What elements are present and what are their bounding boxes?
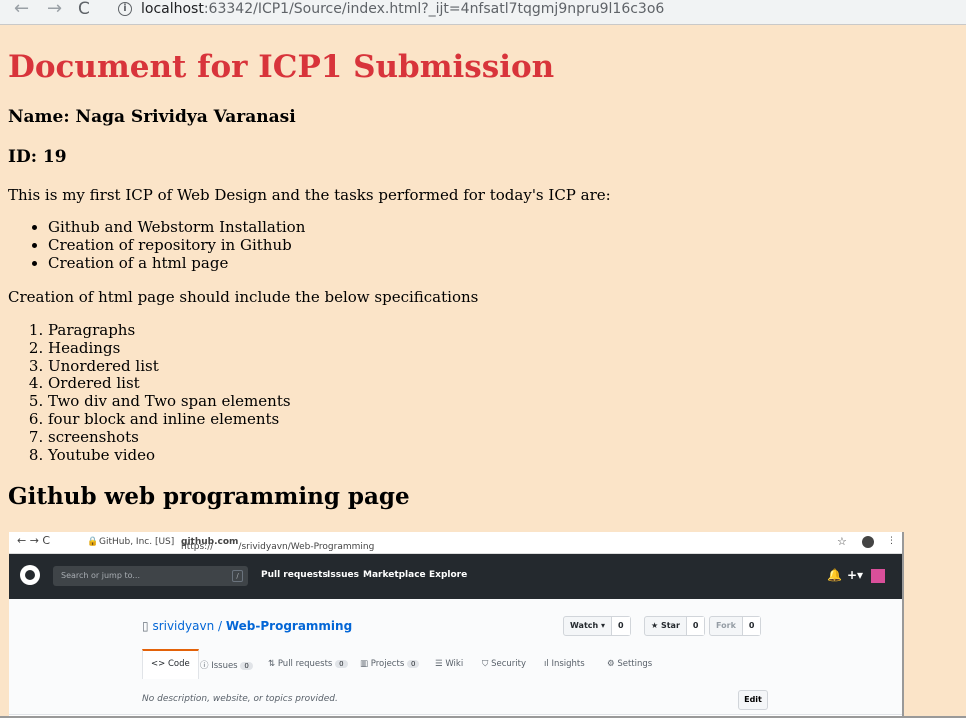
- github-search: Search or jump to... /: [53, 566, 248, 586]
- page-title: Document for ICP1 Submission: [8, 49, 555, 85]
- tab-issues: ⓘ Issues 0: [200, 659, 253, 671]
- fork-count: 0: [741, 617, 761, 635]
- url-rest: :63342/ICP1/Source/index.html?_ijt=4nfsa…: [203, 1, 665, 17]
- avatar-icon: [871, 569, 885, 583]
- fork-label: Fork: [716, 621, 736, 630]
- browser-toolbar: ← → C i localhost:63342/ICP1/Source/inde…: [0, 0, 966, 25]
- github-header: Search or jump to... / Pull requests Iss…: [9, 554, 902, 599]
- star-button: ★ Star 0: [644, 616, 706, 636]
- screenshot-nav-icons: ← → C: [17, 534, 51, 547]
- repo-owner: srividyavn: [152, 619, 215, 633]
- tab-count: 0: [240, 662, 253, 670]
- search-placeholder: Search or jump to...: [61, 571, 140, 580]
- repo-icon: ▯: [142, 619, 149, 633]
- list-item: Youtube video: [48, 446, 291, 465]
- menu-icon: ⋮: [887, 536, 896, 546]
- intro-paragraph: This is my first ICP of Web Design and t…: [8, 186, 611, 204]
- back-arrow-icon[interactable]: ←: [14, 0, 29, 20]
- name-heading: Name: Naga Srividya Varanasi: [8, 107, 296, 127]
- repo-title: ▯ srividyavn / Web-Programming: [142, 619, 352, 633]
- url-prefix: https://: [181, 542, 214, 552]
- nav-link: Issues: [327, 570, 359, 580]
- tab-projects: ▥ Projects 0: [360, 659, 420, 669]
- spec-list: Paragraphs Headings Unordered list Order…: [8, 321, 291, 465]
- tab-settings: ⚙ Settings: [607, 659, 653, 669]
- star-count: 0: [685, 617, 705, 635]
- nav-link: Explore: [429, 570, 468, 580]
- tab-label: Insights: [551, 659, 585, 669]
- repo-separator: /: [214, 619, 226, 633]
- watch-label: Watch ▾: [570, 621, 605, 630]
- tab-label: <> Code: [151, 659, 190, 669]
- forward-arrow-icon[interactable]: →: [47, 0, 62, 20]
- list-item: Two div and Two span elements: [48, 392, 291, 411]
- info-icon[interactable]: i: [118, 2, 132, 16]
- watch-button: Watch ▾ 0: [563, 616, 631, 636]
- github-logo-icon: [20, 565, 40, 585]
- plus-icon: +▾: [847, 568, 864, 582]
- list-item: screenshots: [48, 428, 291, 447]
- tab-label: Wiki: [445, 659, 464, 669]
- nav-link: Marketplace: [363, 570, 426, 580]
- tab-security: ⛉ Security: [482, 659, 526, 669]
- tab-label: Security: [491, 659, 526, 669]
- github-screenshot: ← → C 🔒 GitHub, Inc. [US] https://github…: [9, 532, 904, 718]
- tab-insights: ıl Insights: [544, 659, 585, 669]
- tab-count: 0: [406, 660, 420, 668]
- repo-name: Web-Programming: [225, 619, 353, 633]
- address-field[interactable]: localhost:63342/ICP1/Source/index.html?_…: [141, 0, 664, 18]
- section-heading: Github web programming page: [8, 483, 410, 510]
- url-path: /srividyavn/Web-Programming: [238, 542, 375, 552]
- star-label: ★ Star: [651, 621, 680, 630]
- avatar-icon: [862, 536, 874, 548]
- edit-button: Edit: [738, 690, 768, 710]
- repo-description: No description, website, or topics provi…: [142, 694, 338, 704]
- lock-icon: 🔒: [87, 537, 99, 547]
- tab-label: Issues: [211, 661, 238, 671]
- list-item: Github and Webstorm Installation: [48, 218, 305, 237]
- tab-label: Settings: [617, 659, 653, 669]
- tab-wiki: ☰ Wiki: [435, 659, 464, 669]
- screenshot-url: https://github.com/srividyavn/Web-Progra…: [181, 537, 374, 552]
- slash-key-icon: /: [232, 570, 243, 582]
- screenshot-address-bar: ← → C 🔒 GitHub, Inc. [US] https://github…: [9, 532, 902, 554]
- nav-link: Pull requests: [261, 570, 328, 580]
- list-item: Unordered list: [48, 357, 291, 376]
- url-host: localhost: [141, 1, 204, 17]
- tab-pull-requests: ⇅ Pull requests 0: [268, 659, 348, 669]
- tab-label: Projects: [370, 659, 405, 669]
- screenshot-site-name: GitHub, Inc. [US]: [99, 537, 175, 547]
- bell-icon: 🔔: [827, 568, 842, 582]
- divider: [9, 714, 902, 715]
- fork-button: Fork 0: [709, 616, 762, 636]
- watch-count: 0: [611, 617, 630, 635]
- star-bookmark-icon: ☆: [837, 535, 847, 548]
- spec-paragraph: Creation of html page should include the…: [8, 288, 479, 306]
- list-item: Ordered list: [48, 375, 291, 393]
- list-item: Creation of repository in Github: [48, 236, 305, 255]
- id-heading: ID: 19: [8, 147, 67, 167]
- tab-code: <> Code: [142, 649, 199, 679]
- list-item: four block and inline elements: [48, 410, 291, 429]
- list-item: Creation of a html page: [48, 254, 305, 273]
- task-list: Github and Webstorm Installation Creatio…: [8, 218, 305, 273]
- list-item: Paragraphs: [48, 321, 291, 340]
- tab-count: 0: [335, 660, 348, 668]
- tab-label: Pull requests: [277, 659, 333, 669]
- list-item: Headings: [48, 339, 291, 358]
- reload-icon[interactable]: C: [78, 0, 90, 20]
